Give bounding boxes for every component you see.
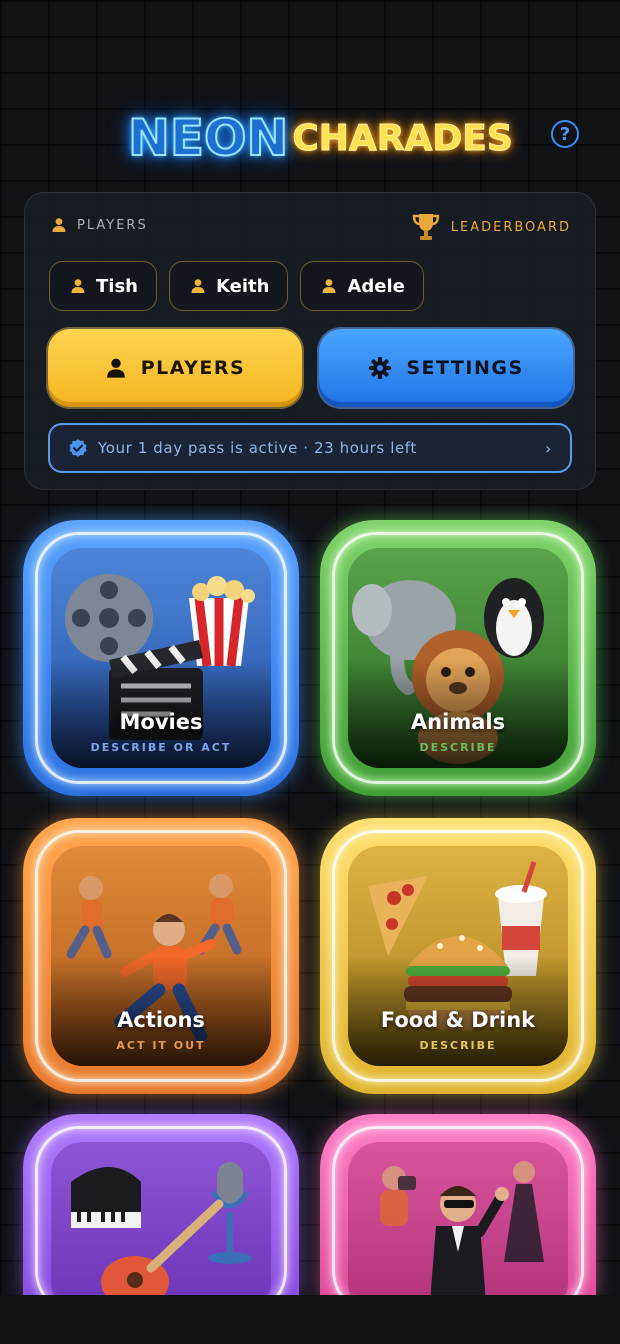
player-chip[interactable]: Adele [300,261,424,311]
person-icon [106,358,125,378]
players-button[interactable]: PLAYERS [48,329,302,407]
leaderboard-link[interactable]: LEADERBOARD [411,211,571,243]
logo-neon-text: NEON [127,108,289,168]
category-subtitle: DESCRIBE [419,741,497,754]
player-chip[interactable]: Tish [49,261,157,311]
bottom-safe-area [0,1295,620,1344]
category-celebrities[interactable] [320,1114,596,1315]
category-card: Animals DESCRIBE [348,548,568,768]
person-icon [322,279,336,293]
person-icon [52,218,66,232]
player-name: Adele [347,275,405,297]
celebrities-illustration [380,1161,544,1302]
person-icon [191,279,205,293]
settings-button-label: SETTINGS [406,357,524,379]
app-screen: NEON CHARADES ? PLAYERS LEADERBOARD Tish… [0,0,620,1344]
category-subtitle: DESCRIBE OR ACT [90,741,232,754]
music-illustration [71,1162,252,1302]
category-music[interactable] [23,1114,299,1315]
category-card: Movies DESCRIBE OR ACT [51,548,271,768]
leaderboard-label: LEADERBOARD [450,219,571,235]
category-card [348,1142,568,1315]
players-heading: PLAYERS [51,217,148,233]
logo-charades-text: CHARADES [292,117,513,159]
category-movies[interactable]: Movies DESCRIBE OR ACT [23,520,299,796]
verified-badge-icon [69,439,87,457]
player-chips: Tish Keith Adele [49,261,424,311]
category-animals[interactable]: Animals DESCRIBE [320,520,596,796]
players-button-label: PLAYERS [140,357,246,379]
player-name: Keith [215,275,270,297]
day-pass-text: Your 1 day pass is active · 23 hours lef… [98,439,417,457]
day-pass-banner[interactable]: Your 1 day pass is active · 23 hours lef… [48,423,572,473]
category-card: Food & Drink DESCRIBE [348,846,568,1066]
category-actions[interactable]: Actions ACT IT OUT [23,818,299,1094]
player-chip[interactable]: Keith [168,261,289,311]
players-panel: PLAYERS LEADERBOARD Tish Keith Adele PLA… [24,192,596,490]
players-heading-label: PLAYERS [77,217,148,233]
settings-button[interactable]: SETTINGS [319,329,573,407]
category-card [51,1142,271,1315]
help-button[interactable]: ? [551,120,579,148]
category-subtitle: DESCRIBE [419,1039,497,1052]
player-name: Tish [96,275,138,297]
category-title: Actions [117,1008,205,1032]
category-card: Actions ACT IT OUT [51,846,271,1066]
category-title: Movies [119,710,203,734]
question-circle-icon: ? [559,123,571,145]
person-icon [71,279,85,293]
chevron-right-icon: › [545,438,552,458]
header: NEON CHARADES ? [0,108,620,168]
category-subtitle: ACT IT OUT [116,1039,206,1052]
category-food-drink[interactable]: Food & Drink DESCRIBE [320,818,596,1094]
category-title: Animals [410,710,506,734]
app-logo: NEON CHARADES [127,108,513,168]
category-title: Food & Drink [380,1008,536,1032]
gear-icon [369,357,392,379]
trophy-icon [412,214,440,240]
